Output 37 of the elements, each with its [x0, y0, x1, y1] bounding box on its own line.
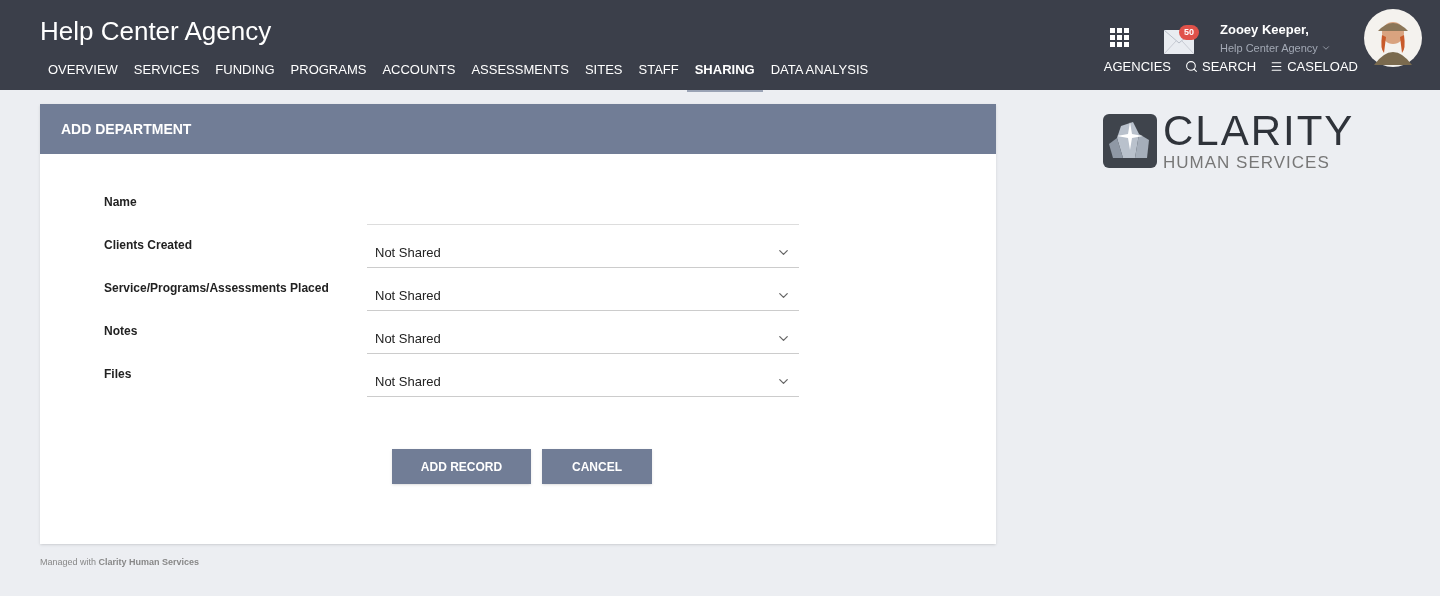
select-field[interactable]: Not Shared [367, 281, 799, 311]
menu-icon [1270, 60, 1284, 74]
field-label: Name [104, 194, 138, 211]
select-field[interactable]: Not Shared [367, 367, 799, 397]
nav-tab[interactable]: SERVICES [125, 56, 208, 92]
crystal-logo-icon [1103, 113, 1157, 168]
search-icon [1185, 60, 1198, 74]
add-record-button[interactable]: ADD RECORD [392, 449, 531, 484]
agencies-link[interactable]: AGENCIES [1103, 57, 1171, 77]
field-label: Clients Created [104, 237, 194, 254]
search-link[interactable]: SEARCH [1185, 57, 1257, 77]
cancel-button[interactable]: CANCEL [542, 449, 652, 484]
avatar[interactable] [1364, 9, 1422, 67]
field-label: Service/Programs/Assessments Placed [104, 280, 330, 297]
user-name: Zooey Keeper, [1220, 21, 1310, 39]
nav-tab[interactable]: ASSESSMENTS [463, 56, 577, 92]
select-field[interactable]: Not Shared [367, 238, 799, 268]
nav-tab[interactable]: STAFF [630, 56, 687, 92]
field-label: Files [104, 366, 133, 383]
nav-tab[interactable]: PROGRAMS [282, 56, 375, 92]
card-title: ADD DEPARTMENT [61, 119, 192, 139]
logo-tagline: HUMAN SERVICES [1163, 154, 1331, 171]
select-field[interactable]: Not Shared [367, 324, 799, 354]
field-label: Notes [104, 323, 139, 340]
logo-name: CLARITY [1163, 110, 1355, 152]
nav-tab[interactable]: SITES [576, 56, 631, 92]
nav-tab[interactable]: SHARING [686, 56, 763, 92]
apps-grid-icon[interactable] [1110, 28, 1130, 48]
nav-tab[interactable]: ACCOUNTS [374, 56, 464, 92]
nav-tab[interactable]: OVERVIEW [40, 56, 126, 92]
app-title: Help Center Agency [40, 15, 273, 48]
notification-badge: 50 [1179, 25, 1199, 40]
caseload-link[interactable]: CASELOAD [1270, 57, 1358, 77]
nav-tab[interactable]: DATA ANALYSIS [762, 56, 877, 92]
agency-switcher[interactable]: Help Center Agency [1220, 39, 1340, 56]
nav-tab[interactable]: FUNDING [207, 56, 283, 92]
footer-text: Managed with Clarity Human Services [40, 556, 201, 569]
